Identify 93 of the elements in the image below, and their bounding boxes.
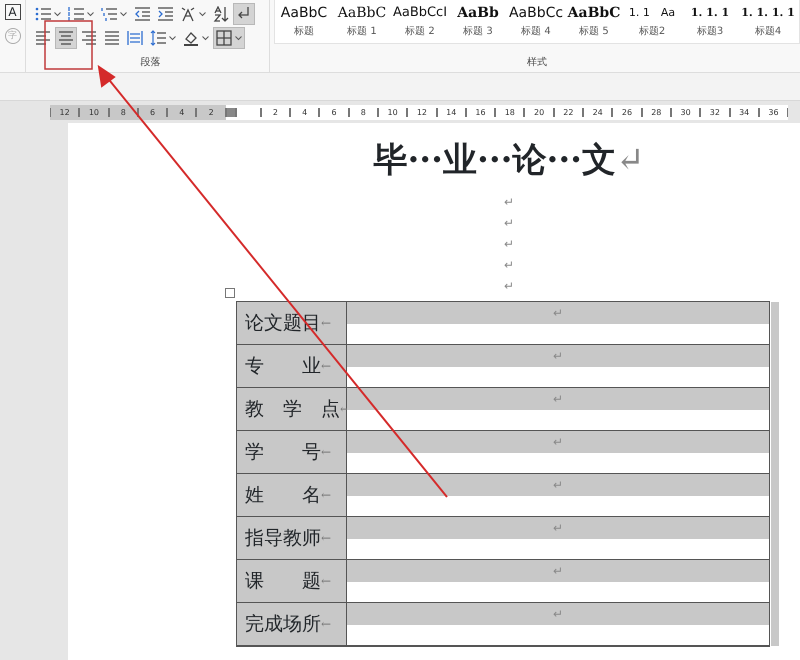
paragraph-mark: ↵	[504, 216, 514, 230]
align-center-icon	[58, 30, 74, 46]
label-text: 姓 名	[245, 482, 321, 508]
cell-end-mark: ←	[321, 573, 332, 590]
ruler-number: 16	[466, 108, 496, 117]
ruler-number: 26	[612, 108, 642, 117]
paragraph-mark: ↵	[504, 279, 514, 293]
ruler-number: 4	[167, 108, 196, 117]
cell-end-mark: ←	[321, 487, 332, 504]
ruler-number: 8	[108, 108, 138, 117]
paragraph-mark: ↵	[552, 305, 564, 322]
text-style-button[interactable]: A	[4, 4, 20, 20]
group-label: 样式	[526, 56, 548, 70]
formatting-marks-button[interactable]	[233, 3, 255, 25]
cell-end-mark: ←	[321, 616, 332, 633]
style-item[interactable]: 1. 1. 1 标题3	[681, 0, 739, 43]
label-text: 教 学 点	[245, 396, 340, 422]
cell-end-mark: ←	[321, 444, 332, 461]
caret-icon	[87, 12, 94, 16]
shading-icon	[183, 30, 199, 46]
label-text: 专 业	[245, 354, 321, 379]
caret-icon	[120, 12, 127, 16]
align-right-icon	[81, 30, 97, 46]
style-item[interactable]: AaBb 标题 3	[449, 0, 507, 43]
paragraph-mark: ↵	[552, 520, 564, 537]
cell-end-mark: ←	[321, 358, 332, 375]
paragraph-mark: ↵	[616, 140, 645, 180]
ruler-number: 28	[642, 108, 671, 117]
table-move-handle[interactable]	[225, 288, 235, 298]
ruler-number: 14	[436, 108, 466, 117]
caret-icon	[202, 36, 209, 40]
paragraph-mark: ↵	[504, 195, 514, 209]
ruler-number: 18	[495, 108, 524, 117]
justify-icon	[104, 30, 120, 46]
sort-icon	[213, 6, 229, 22]
ruler-number: 10	[79, 108, 109, 117]
cell-end-mark: ←	[321, 315, 332, 332]
ruler-number: 8	[348, 108, 378, 117]
style-item[interactable]: AaBbCc 标题 4	[507, 0, 565, 43]
borders-icon	[216, 30, 232, 46]
borders-button[interactable]	[213, 27, 245, 49]
caret-icon	[199, 12, 206, 16]
indent-marker[interactable]	[226, 108, 236, 117]
ruler-number: 2	[196, 108, 226, 117]
asian-layout-icon	[180, 6, 196, 22]
line-spacing-icon	[150, 30, 166, 46]
paragraph-mark: ↵	[552, 391, 564, 408]
style-item[interactable]: AaBbCcI 标题 2	[391, 0, 449, 43]
paragraph-mark: ↵	[504, 258, 514, 272]
group-label: 段落	[140, 56, 162, 70]
paragraph-mark: ↵	[552, 606, 564, 623]
ruler-number: 12	[407, 108, 437, 117]
ruler-number: 6	[138, 108, 168, 117]
paragraph-mark: ↵	[552, 477, 564, 494]
ruler-number: 22	[554, 108, 584, 117]
ruler-number: 10	[378, 108, 408, 117]
ruler-number: 2	[260, 108, 290, 117]
paragraph-mark: ↵	[552, 563, 564, 580]
label-text: 学 号	[245, 440, 321, 465]
caret-icon	[235, 36, 242, 40]
style-item[interactable]: AaBbC 标题	[275, 0, 333, 43]
style-item[interactable]: 1. 1 Aa 标题2	[623, 0, 681, 43]
caret-icon	[54, 12, 61, 16]
ruler-number: 32	[700, 108, 730, 117]
list-bullets-icon	[35, 6, 51, 22]
ruler-number: 34	[730, 108, 759, 117]
distribute-icon	[127, 30, 143, 46]
label-text: 完成场所	[245, 612, 321, 637]
paragraph-mark: ↵	[552, 434, 564, 451]
document-title: 毕···业···论···文	[373, 140, 616, 180]
ruler-number: 6	[319, 108, 349, 117]
style-item[interactable]: AaBbC 标题 5	[565, 0, 623, 43]
align-left-icon	[35, 30, 51, 46]
label-text: 课 题	[245, 568, 321, 594]
caret-icon	[169, 36, 176, 40]
highlight-frame	[44, 20, 93, 70]
label-text: 指导教师	[245, 526, 321, 551]
numbered-list-icon	[68, 6, 84, 22]
align-center-button[interactable]	[55, 27, 77, 49]
cell-end-mark: ←	[321, 530, 332, 547]
paragraph-mark: ↵	[552, 348, 564, 365]
decrease-indent-icon	[134, 6, 150, 22]
increase-indent-icon	[157, 6, 173, 22]
ruler-number: 36	[758, 108, 788, 117]
ruler-number: 30	[670, 108, 700, 117]
paragraph-mark: ↵	[504, 237, 514, 251]
ruler-number: 24	[583, 108, 612, 117]
ruler-number: 20	[524, 108, 554, 117]
multilevel-list-icon	[101, 6, 117, 22]
style-item[interactable]: AaBbC 标题 1	[333, 0, 391, 43]
style-item[interactable]: 1. 1. 1. 1 标题4	[739, 0, 797, 43]
ruler-number: 4	[290, 108, 320, 117]
ruler-number: 12	[50, 108, 80, 117]
